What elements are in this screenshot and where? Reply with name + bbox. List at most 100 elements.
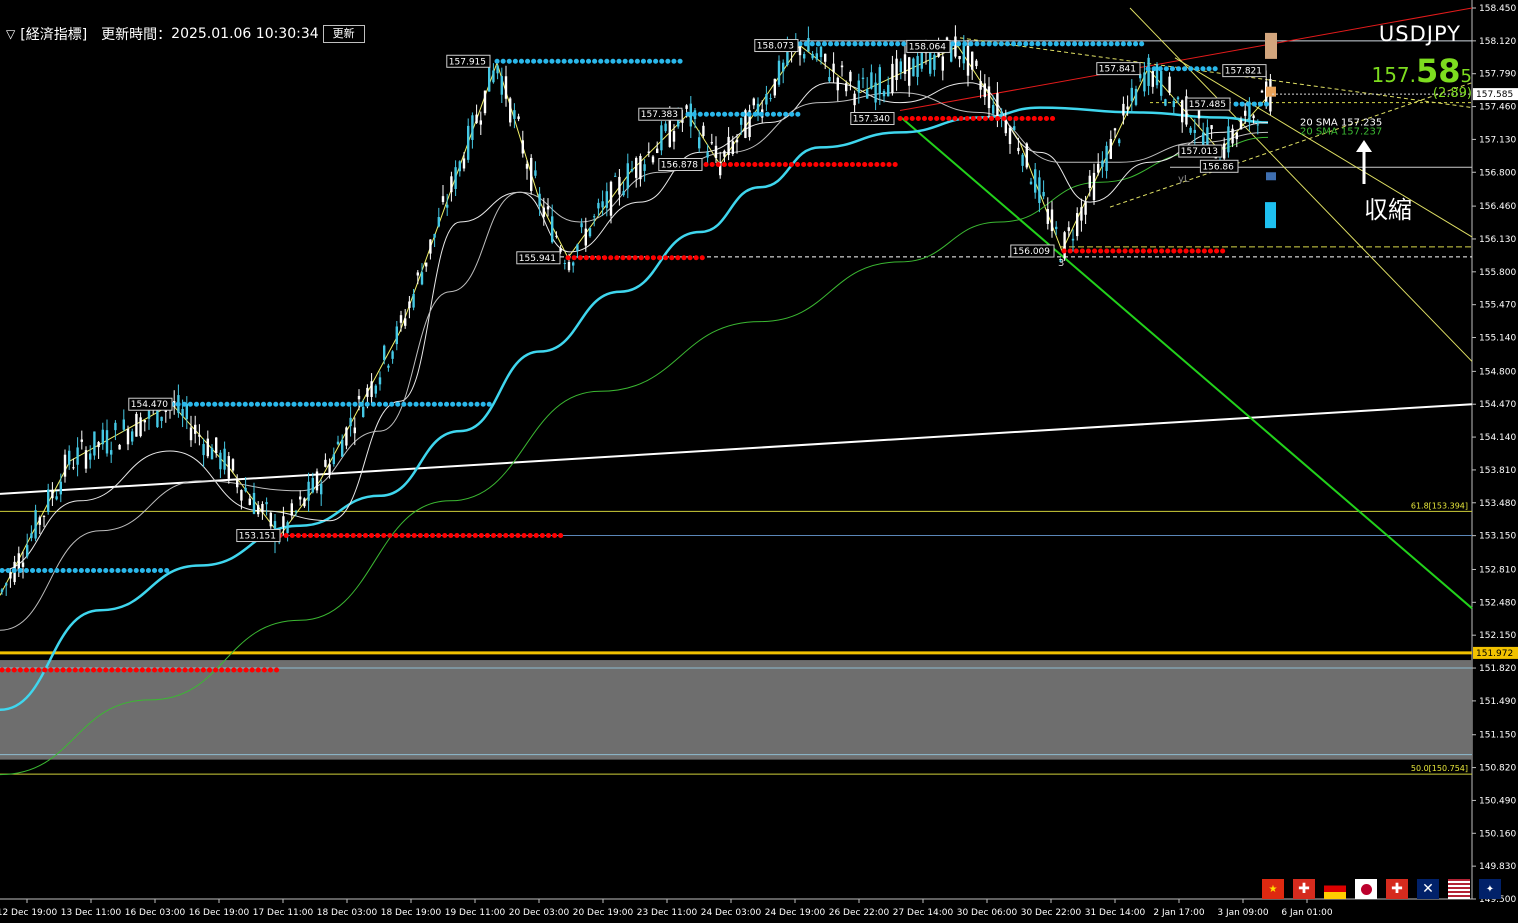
price-axis-label: 152.480 bbox=[1479, 598, 1516, 608]
candle-body bbox=[1092, 172, 1096, 201]
china-flag[interactable]: ★ bbox=[1262, 879, 1284, 899]
candle-body bbox=[5, 583, 8, 586]
candle-body bbox=[215, 437, 218, 454]
up-arrow-head-icon bbox=[1356, 140, 1372, 152]
collapse-triangle-icon[interactable]: ▽ bbox=[6, 27, 15, 41]
candle-body bbox=[815, 53, 818, 60]
candle-body bbox=[626, 163, 629, 189]
candle-body bbox=[1080, 207, 1083, 221]
candle-body bbox=[429, 239, 432, 254]
candle-body bbox=[492, 70, 495, 83]
candle-body bbox=[698, 137, 701, 149]
wave-count-label: 3 bbox=[1058, 258, 1064, 269]
candle-body bbox=[929, 51, 932, 74]
candle-body bbox=[105, 430, 109, 454]
candle-body bbox=[357, 395, 361, 400]
trading-chart-window: 158.450 158.120 157.790 157.460 157.130 156.8… bbox=[0, 0, 1518, 923]
candle-body bbox=[647, 151, 650, 153]
candle-body bbox=[588, 228, 592, 237]
candle-body bbox=[1160, 71, 1163, 96]
candle-body bbox=[139, 417, 142, 437]
candle-body bbox=[194, 424, 197, 434]
time-axis-label: 12 Dec 19:00 bbox=[0, 908, 58, 918]
candle-body bbox=[1176, 97, 1180, 100]
candle-body bbox=[551, 216, 554, 243]
time-axis-label: 3 Jan 09:00 bbox=[1217, 908, 1269, 918]
candle-body bbox=[307, 481, 310, 501]
price-axis-label: 153.810 bbox=[1479, 466, 1516, 476]
candle-body bbox=[555, 235, 558, 237]
indicator-name: [経済指標] bbox=[20, 27, 88, 43]
swiss-flag[interactable]: ✚ bbox=[1386, 879, 1408, 899]
candle-body bbox=[567, 261, 571, 271]
candle-body bbox=[0, 589, 4, 592]
swiss-flag[interactable]: ✚ bbox=[1293, 879, 1315, 899]
candle-body bbox=[1164, 99, 1167, 106]
update-time-label: 更新時間： bbox=[101, 27, 172, 43]
candle-body bbox=[727, 136, 730, 156]
price-chart[interactable]: 158.450 158.120 157.790 157.460 157.130 156.8… bbox=[0, 0, 1518, 923]
price-axis-label: 156.800 bbox=[1479, 168, 1516, 178]
yl-label: yL bbox=[1178, 174, 1190, 185]
candle-body bbox=[286, 522, 289, 533]
candle-body bbox=[525, 163, 529, 169]
candle-body bbox=[244, 487, 247, 492]
candle-body bbox=[387, 365, 390, 368]
candle-body bbox=[122, 419, 125, 430]
candle-body bbox=[458, 161, 461, 172]
candle-body bbox=[832, 63, 835, 73]
forecast-box-small bbox=[1266, 172, 1276, 181]
candle-body bbox=[1097, 163, 1100, 173]
price-axis-label: 154.140 bbox=[1479, 433, 1516, 443]
price-axis-label: 156.130 bbox=[1479, 235, 1516, 245]
price-marker-label: 158.073 bbox=[757, 42, 794, 52]
candle-body bbox=[261, 503, 264, 513]
candle-body bbox=[1029, 181, 1033, 185]
candle-body bbox=[1013, 126, 1016, 131]
price-marker-label: 157.485 bbox=[1189, 100, 1226, 110]
price-small: 5 bbox=[1460, 66, 1472, 87]
time-axis-label: 18 Dec 19:00 bbox=[381, 908, 442, 918]
german-flag[interactable] bbox=[1324, 879, 1346, 899]
candle-body bbox=[1256, 124, 1259, 126]
candle-body bbox=[605, 191, 608, 208]
candle-body bbox=[143, 420, 146, 423]
candle-body bbox=[916, 56, 919, 77]
candle-body bbox=[467, 125, 470, 160]
candle-body bbox=[1172, 101, 1175, 108]
candle-body bbox=[1126, 106, 1129, 110]
candle-body bbox=[513, 110, 516, 119]
candle-body bbox=[521, 140, 524, 154]
price-axis-label: 157.460 bbox=[1479, 103, 1516, 113]
candle-body bbox=[101, 429, 104, 445]
candle-body bbox=[240, 490, 243, 501]
candle-body bbox=[374, 385, 377, 394]
candle-body bbox=[446, 204, 449, 208]
price-marker-label: 157.841 bbox=[1099, 65, 1136, 75]
candle-body bbox=[593, 216, 596, 218]
candle-body bbox=[1227, 126, 1230, 153]
refresh-button[interactable]: 更新 bbox=[322, 25, 365, 43]
candle-body bbox=[80, 439, 83, 442]
price-marker-label: 154.470 bbox=[131, 400, 168, 410]
candle-body bbox=[38, 517, 41, 525]
candle-body bbox=[332, 454, 335, 465]
candle-body bbox=[912, 58, 915, 77]
price-axis-label: 158.450 bbox=[1479, 4, 1516, 14]
japan-flag[interactable] bbox=[1355, 879, 1377, 899]
time-axis-label: 30 Dec 06:00 bbox=[957, 908, 1018, 918]
candle-body bbox=[231, 459, 235, 471]
candle-body bbox=[895, 58, 898, 80]
time-axis-label: 6 Jan 01:00 bbox=[1281, 908, 1333, 918]
price-axis-label: 155.800 bbox=[1479, 268, 1516, 278]
candle-body bbox=[685, 105, 688, 109]
candle-body bbox=[1034, 169, 1037, 193]
uk-flag[interactable]: ✕ bbox=[1417, 879, 1439, 899]
candle-body bbox=[845, 83, 848, 92]
price-change: (2.89) bbox=[1432, 86, 1472, 101]
candle-body bbox=[546, 206, 550, 210]
candle-body bbox=[861, 77, 865, 79]
candle-body bbox=[483, 90, 487, 114]
australia-flag[interactable]: ✦ bbox=[1479, 879, 1501, 899]
us-flag[interactable] bbox=[1448, 879, 1470, 899]
